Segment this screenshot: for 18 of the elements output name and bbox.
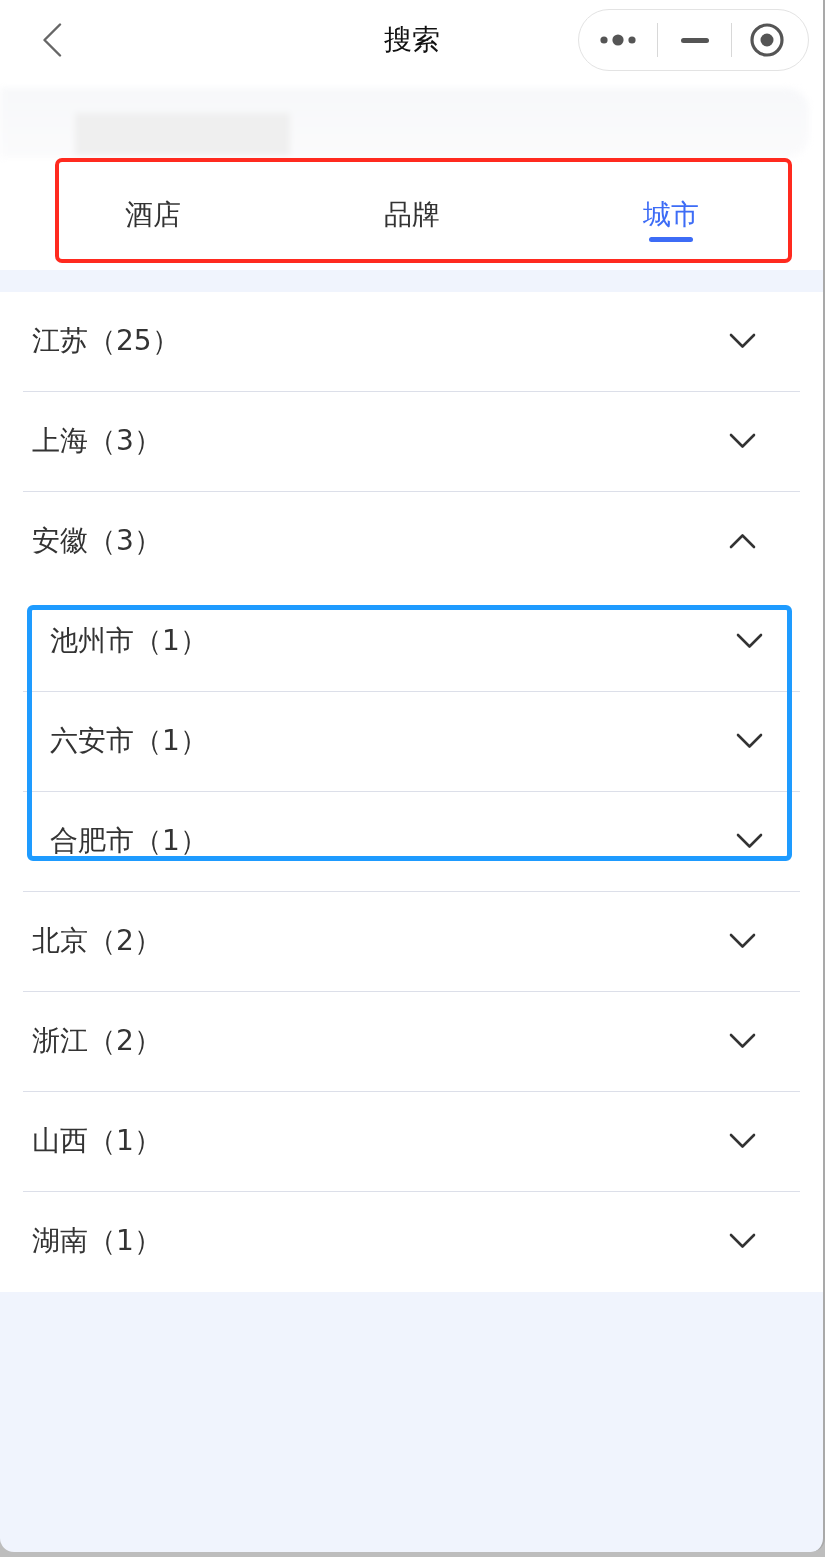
province-row[interactable]: 上海（3）: [23, 392, 800, 492]
back-chevron-icon: [42, 23, 62, 57]
province-row[interactable]: 浙江（2）: [23, 992, 800, 1092]
city-row[interactable]: 池州市（1）: [23, 592, 800, 692]
province-row[interactable]: 湖南（1）: [23, 1192, 800, 1292]
city-row[interactable]: 六安市（1）: [23, 692, 800, 792]
province-row[interactable]: 安徽（3）: [23, 492, 800, 592]
province-row[interactable]: 山西（1）: [23, 1092, 800, 1192]
province-row[interactable]: 江苏（25）: [23, 292, 800, 392]
page-title: 搜索: [383, 22, 440, 58]
minus-icon: [680, 37, 709, 43]
tab[interactable]: 城市: [642, 198, 699, 242]
target-icon: [750, 23, 784, 57]
more-icon: [600, 34, 636, 46]
province-row[interactable]: 北京（2）: [23, 892, 800, 992]
tab[interactable]: 品牌: [383, 198, 440, 242]
tab[interactable]: 酒店: [124, 198, 181, 242]
city-row[interactable]: 合肥市（1）: [23, 792, 800, 892]
